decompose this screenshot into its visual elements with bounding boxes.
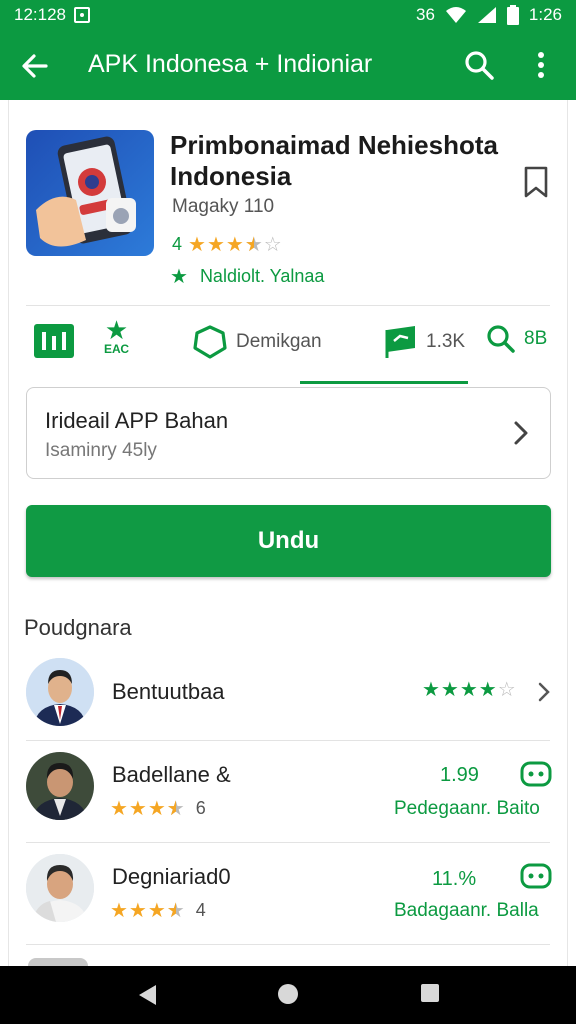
stat-badge-label: ЕАС — [104, 342, 130, 356]
app-bar: APK Indonesa + Indioniar — [0, 30, 576, 100]
divider — [26, 305, 550, 306]
stats-row: ★ ЕАС Demikgan 1.3K 8B — [26, 315, 556, 368]
divider — [26, 740, 550, 741]
nav-recents-icon[interactable] — [420, 983, 440, 1003]
user-name: Bentuutbaa — [112, 679, 225, 704]
more-options-icon[interactable] — [524, 48, 558, 82]
nav-home-icon[interactable] — [276, 982, 300, 1006]
avatar — [26, 752, 94, 820]
stat-size: 8B — [486, 324, 547, 354]
stat-reviews-count: 1.3K — [426, 331, 466, 352]
developer-name[interactable]: Magaky 110 — [172, 196, 274, 218]
status-signal-text: 36 — [415, 5, 435, 24]
cell-signal-icon — [477, 7, 496, 23]
star-badge-icon: ★ — [170, 266, 188, 288]
bookmark-icon[interactable] — [522, 165, 550, 199]
user-name: Degniariad0 — [112, 864, 231, 889]
user-rating-stars: ★★★★★ — [110, 798, 186, 820]
stat-category-label: Demikgan — [236, 331, 322, 352]
stat-size-value: 8B — [524, 328, 548, 349]
divider — [26, 944, 550, 945]
chevron-right-icon — [514, 421, 528, 445]
magnifier-icon — [487, 325, 515, 353]
app-rating: 4 ★★★★★☆ — [172, 232, 283, 257]
chevron-right-icon[interactable] — [536, 681, 552, 703]
app-name: Primbonaimad Nehieshota Indonesia — [170, 130, 498, 191]
install-button[interactable]: Undu — [26, 505, 551, 577]
status-time-left: 12:128 — [14, 5, 66, 24]
system-nav-bar — [0, 966, 576, 1024]
category-icon — [193, 325, 227, 359]
back-arrow-icon[interactable] — [18, 49, 52, 83]
status-time-right: 1:26 — [528, 5, 562, 24]
detail-card[interactable]: Irideail APP Bahan Isaminry 45ly — [26, 387, 551, 479]
user-rating: ★★★★★ 4 — [110, 898, 206, 923]
user-rating: ★★★★★ 6 — [110, 796, 206, 821]
list-item[interactable]: Bentuutbaa ★★★★☆ — [24, 655, 554, 735]
detail-title: Irideail APP Bahan — [45, 408, 229, 433]
detail-subtitle: Isaminry 45ly — [45, 440, 157, 461]
app-bar-title: APK Indonesa + Indioniar — [88, 50, 373, 78]
stat-reviews: 1.3K — [384, 324, 465, 360]
user-rating-count: 4 — [195, 900, 206, 920]
editor-choice-label: Naldiolt. Yalnaa — [199, 266, 325, 286]
user-rating-stars: ★★★★☆ — [422, 679, 517, 701]
chat-bubble-icon[interactable] — [520, 760, 552, 790]
rating-prefix: 4 — [172, 234, 183, 254]
user-tag: Badagaanr. Balla — [394, 900, 539, 921]
chat-bubble-icon[interactable] — [520, 862, 552, 892]
stat-rating-badge: ★ ЕАС — [104, 315, 130, 356]
list-item[interactable]: Degniariad0 ★★★★★ 4 11.% Badagaanr. Ball… — [24, 854, 554, 934]
rating-stars: ★★★★★☆ — [188, 234, 283, 256]
user-score: 1.99 — [440, 764, 479, 786]
editor-choice: ★ Naldiolt. Yalnaa — [170, 264, 324, 289]
avatar-partial — [28, 958, 88, 966]
user-rating-stars: ★★★★★ — [110, 900, 186, 922]
app-icon — [26, 130, 154, 256]
tab-indicator — [300, 381, 468, 384]
user-tag: Pedegaanr. Baito — [394, 798, 540, 819]
battery-icon — [506, 5, 519, 25]
notification-icon — [74, 7, 90, 23]
avatar — [26, 854, 94, 922]
search-icon[interactable] — [462, 48, 496, 82]
list-item[interactable]: Badellane & ★★★★★ 6 1.99 Pedegaanr. Bait… — [24, 752, 554, 832]
avatar — [26, 658, 94, 726]
section-title: Poudgnara — [24, 615, 132, 640]
user-rating-count: 6 — [195, 798, 206, 818]
stat-downloads — [32, 320, 76, 362]
wifi-icon — [445, 7, 466, 23]
status-bar: 12:128 36 1:26 — [0, 0, 576, 30]
stat-category[interactable]: Demikgan — [192, 324, 322, 360]
user-score: 11.% — [432, 868, 477, 890]
flag-icon — [385, 326, 415, 358]
nav-back-icon[interactable] — [136, 983, 158, 1007]
star-icon: ★ — [104, 315, 129, 345]
bars-icon — [34, 324, 74, 358]
user-name: Badellane & — [112, 762, 231, 787]
divider — [26, 842, 550, 843]
